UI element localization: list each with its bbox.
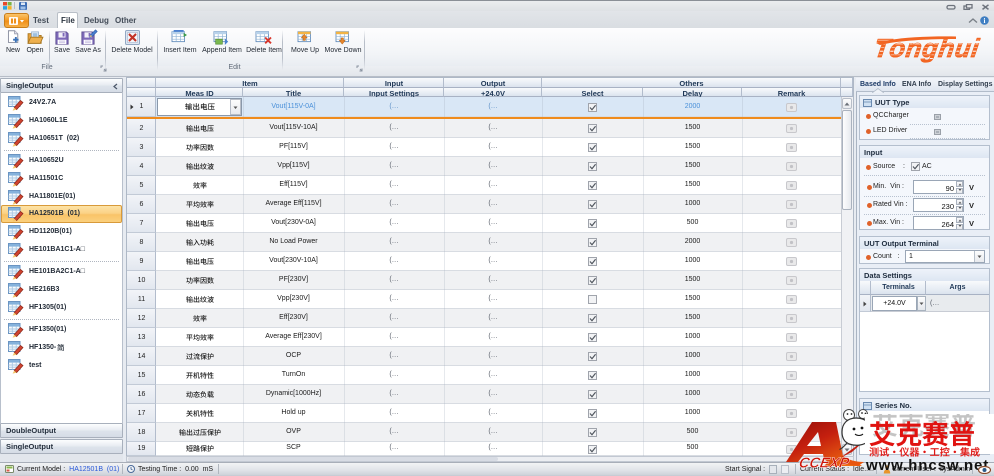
- svg-text:CCEXP: CCEXP: [798, 456, 851, 472]
- svg-text:i: i: [984, 17, 986, 25]
